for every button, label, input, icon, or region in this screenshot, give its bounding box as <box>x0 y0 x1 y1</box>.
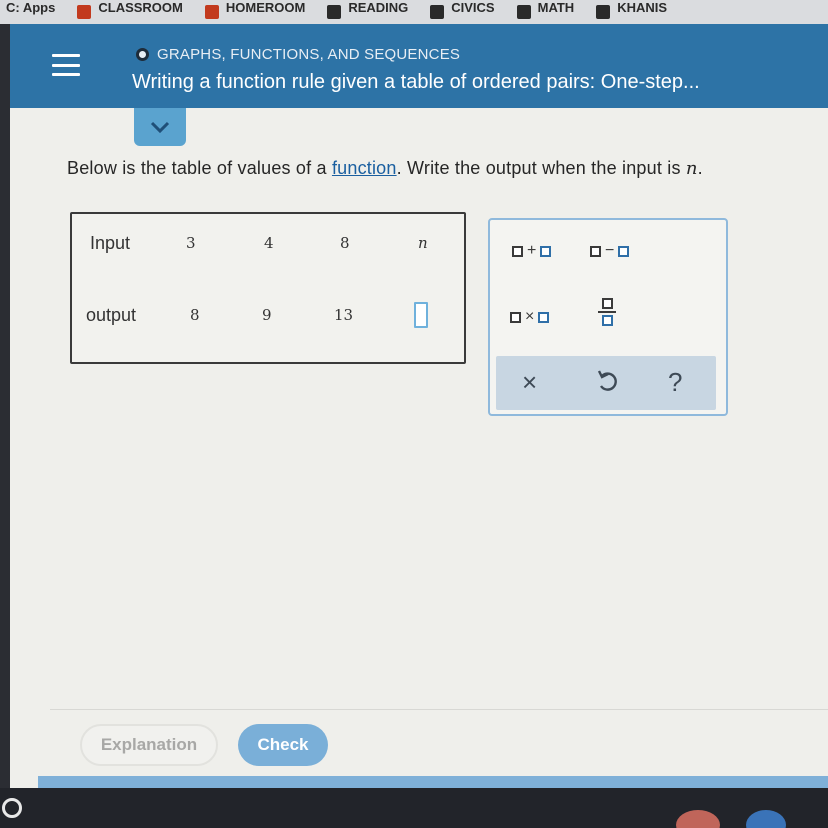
table-cell: n <box>418 234 428 252</box>
bookmarks-bar: C: Apps CLASSROOM HOMEROOM READING CIVIC… <box>0 0 828 24</box>
launcher-icon[interactable] <box>2 798 22 818</box>
undo-button[interactable] <box>596 368 618 401</box>
bookmark-homeroom[interactable]: HOMEROOM <box>204 0 305 20</box>
table-cell: 8 <box>340 234 350 252</box>
lesson-header: GRAPHS, FUNCTIONS, AND SEQUENCES Writing… <box>10 24 828 108</box>
progress-dot-icon <box>136 48 149 61</box>
placeholder-box-icon <box>618 245 630 257</box>
multiply-symbol: × <box>525 308 535 325</box>
subtract-symbol: − <box>605 242 615 259</box>
lesson-page: GRAPHS, FUNCTIONS, AND SEQUENCES Writing… <box>10 24 828 788</box>
lesson-title: Writing a function rule given a table of… <box>132 71 700 93</box>
bookmark-icon <box>327 5 342 19</box>
fraction-icon <box>598 298 616 326</box>
keypad-action-bar: × ? <box>496 356 716 410</box>
bookmark-icon <box>77 5 92 19</box>
bookmark-label: CIVICS <box>451 0 495 15</box>
bookmark-label: KHANIS <box>617 0 668 15</box>
placeholder-box-icon <box>590 245 601 257</box>
question-variable: n <box>685 158 698 179</box>
placeholder-box-icon <box>510 311 521 323</box>
clear-button[interactable]: × <box>522 366 537 398</box>
output-row-label: output <box>86 304 137 325</box>
question-text-part: Below is the table of values of a <box>67 158 332 178</box>
fraction-button[interactable] <box>598 298 616 326</box>
help-button[interactable]: ? <box>668 366 682 398</box>
table-cell: 3 <box>186 234 196 252</box>
function-link[interactable]: function <box>332 158 397 178</box>
placeholder-box-icon <box>601 315 613 326</box>
math-keypad: + − × × ? <box>488 218 728 416</box>
check-button[interactable]: Check <box>238 724 328 766</box>
bookmark-khanis[interactable]: KHANIS <box>596 0 667 20</box>
bookmark-label: C: Apps <box>6 0 56 15</box>
bookmark-icon <box>596 5 611 19</box>
bookmark-icon <box>516 5 531 19</box>
values-table: Input 3 4 8 n output 8 9 13 <box>70 212 466 364</box>
bookmark-icon <box>430 5 445 19</box>
bookmark-label: MATH <box>537 0 575 15</box>
question-text-part: . <box>697 158 703 178</box>
bookmark-label: HOMEROOM <box>225 0 306 15</box>
table-cell: 9 <box>262 306 272 324</box>
add-button[interactable]: + <box>512 242 552 260</box>
chevron-down-icon <box>150 121 170 134</box>
add-symbol: + <box>527 242 537 259</box>
bookmark-label: READING <box>348 0 409 15</box>
placeholder-box-icon <box>538 311 550 323</box>
expand-header-button[interactable] <box>134 108 186 146</box>
bookmark-classroom[interactable]: CLASSROOM <box>77 0 183 20</box>
topic-breadcrumb: GRAPHS, FUNCTIONS, AND SEQUENCES <box>136 46 460 63</box>
multiply-button[interactable]: × <box>510 308 550 326</box>
bookmark-civics[interactable]: CIVICS <box>430 0 495 20</box>
bookmark-label: CLASSROOM <box>98 0 183 15</box>
explanation-button[interactable]: Explanation <box>80 724 218 766</box>
table-row-input: Input 3 4 8 n <box>72 226 464 260</box>
footer-divider <box>50 709 828 710</box>
table-row-output: output 8 9 13 <box>72 298 464 332</box>
table-cell: 13 <box>334 306 354 324</box>
tray-app-icon[interactable] <box>676 810 720 828</box>
tray-app-icon[interactable] <box>746 810 786 828</box>
undo-icon <box>597 370 617 391</box>
subtract-button[interactable]: − <box>590 242 630 260</box>
bookmark-apps[interactable]: C: Apps <box>6 0 55 20</box>
bookmark-reading[interactable]: READING <box>327 0 408 20</box>
table-cell: 8 <box>190 306 200 324</box>
taskbar <box>0 788 828 828</box>
bookmark-math[interactable]: MATH <box>516 0 574 20</box>
placeholder-box-icon <box>601 298 613 309</box>
topic-label: GRAPHS, FUNCTIONS, AND SEQUENCES <box>157 46 461 63</box>
hamburger-menu-icon[interactable] <box>52 54 80 76</box>
question-text: Below is the table of values of a functi… <box>67 158 817 179</box>
bottom-accent-bar <box>38 776 828 788</box>
placeholder-box-icon <box>512 245 523 257</box>
table-cell: 4 <box>264 234 274 252</box>
input-row-label: Input <box>90 232 131 253</box>
bookmark-icon <box>204 5 219 19</box>
placeholder-box-icon <box>540 245 552 257</box>
question-text-part: . Write the output when the input is <box>396 158 686 178</box>
answer-input[interactable] <box>414 302 428 328</box>
